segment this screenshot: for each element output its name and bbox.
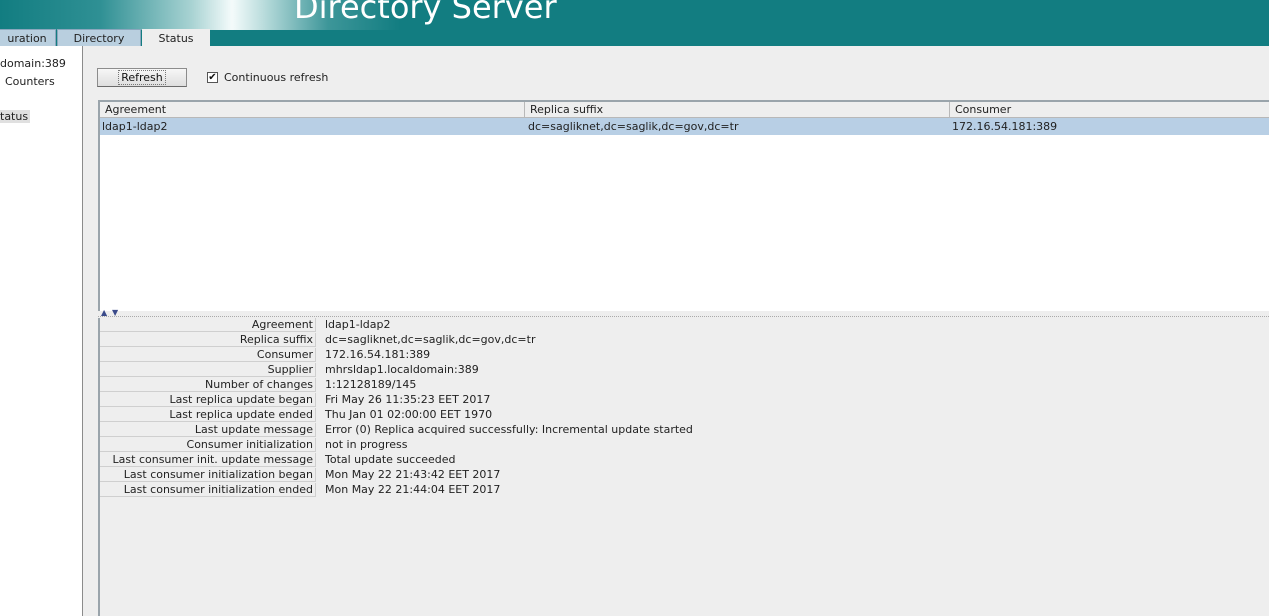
column-header-agreement[interactable]: Agreement xyxy=(100,102,525,118)
detail-row: Last update message Error (0) Replica ac… xyxy=(100,423,1269,438)
detail-label-agreement: Agreement xyxy=(100,318,316,332)
cell-agreement: ldap1-ldap2 xyxy=(102,120,168,133)
agreement-details: Agreement ldap1-ldap2 Replica suffix dc=… xyxy=(98,318,1269,616)
detail-value-agreement: ldap1-ldap2 xyxy=(325,318,391,331)
detail-value-supplier: mhrsldap1.localdomain:389 xyxy=(325,363,479,376)
continuous-refresh-label: Continuous refresh xyxy=(224,71,329,84)
detail-label-consumer-initialization: Consumer initialization xyxy=(100,438,316,452)
expand-up-arrow-icon[interactable]: ▲ xyxy=(101,308,107,317)
detail-value-last-update-ended: Thu Jan 01 02:00:00 EET 1970 xyxy=(325,408,493,421)
navigation-tree: domain:389 Counters tatus xyxy=(0,46,83,616)
detail-value-number-of-changes: 1:12128189/145 xyxy=(325,378,417,391)
detail-value-consumer-initialization: not in progress xyxy=(325,438,408,451)
split-pane-divider[interactable]: ▲ ▼ xyxy=(98,308,1269,317)
detail-row: Supplier mhrsldap1.localdomain:389 xyxy=(100,363,1269,378)
refresh-button[interactable]: Refresh xyxy=(97,68,187,87)
detail-value-last-update-began: Fri May 26 11:35:23 EET 2017 xyxy=(325,393,491,406)
detail-row: Last consumer init. update message Total… xyxy=(100,453,1269,468)
detail-row: Last replica update ended Thu Jan 01 02:… xyxy=(100,408,1269,423)
detail-row: Replica suffix dc=sagliknet,dc=saglik,dc… xyxy=(100,333,1269,348)
detail-value-replica-suffix: dc=sagliknet,dc=saglik,dc=gov,dc=tr xyxy=(325,333,536,346)
tab-configuration[interactable]: uration xyxy=(0,29,56,46)
detail-label-supplier: Supplier xyxy=(100,363,316,377)
continuous-refresh-checkbox[interactable]: ✔ xyxy=(207,72,218,83)
detail-label-last-init-began: Last consumer initialization began xyxy=(100,468,316,482)
cell-replica-suffix: dc=sagliknet,dc=saglik,dc=gov,dc=tr xyxy=(528,120,739,133)
refresh-button-label: Refresh xyxy=(118,70,166,85)
tab-directory[interactable]: Directory xyxy=(57,29,141,46)
detail-row: Last consumer initialization began Mon M… xyxy=(100,468,1269,483)
detail-label-last-init-message: Last consumer init. update message xyxy=(100,453,316,467)
detail-value-last-update-message: Error (0) Replica acquired successfully:… xyxy=(325,423,693,436)
detail-label-last-init-ended: Last consumer initialization ended xyxy=(100,483,316,497)
column-header-replica-suffix[interactable]: Replica suffix xyxy=(525,102,950,118)
detail-label-last-update-message: Last update message xyxy=(100,423,316,437)
agreements-table: Agreement Replica suffix Consumer ldap1-… xyxy=(98,100,1269,312)
tree-item-counters[interactable]: Counters xyxy=(5,75,55,88)
detail-row: Consumer initialization not in progress xyxy=(100,438,1269,453)
detail-value-last-init-ended: Mon May 22 21:44:04 EET 2017 xyxy=(325,483,501,496)
app-title: Directory Server xyxy=(294,0,557,26)
detail-label-number-of-changes: Number of changes xyxy=(100,378,316,392)
detail-row: Number of changes 1:12128189/145 xyxy=(100,378,1269,393)
detail-label-replica-suffix: Replica suffix xyxy=(100,333,316,347)
detail-label-last-update-began: Last replica update began xyxy=(100,393,316,407)
detail-row: Consumer 172.16.54.181:389 xyxy=(100,348,1269,363)
detail-row: Last replica update began Fri May 26 11:… xyxy=(100,393,1269,408)
expand-down-arrow-icon[interactable]: ▼ xyxy=(112,308,118,317)
detail-label-last-update-ended: Last replica update ended xyxy=(100,408,316,422)
detail-value-last-init-began: Mon May 22 21:43:42 EET 2017 xyxy=(325,468,501,481)
detail-label-consumer: Consumer xyxy=(100,348,316,362)
tab-status[interactable]: Status xyxy=(142,29,210,46)
column-header-consumer[interactable]: Consumer xyxy=(950,102,1269,118)
tree-item-server[interactable]: domain:389 xyxy=(0,57,66,70)
detail-row: Agreement ldap1-ldap2 xyxy=(100,318,1269,333)
detail-value-last-init-message: Total update succeeded xyxy=(325,453,456,466)
tree-item-status[interactable]: tatus xyxy=(0,110,31,123)
table-row[interactable]: ldap1-ldap2 dc=sagliknet,dc=saglik,dc=go… xyxy=(100,118,1269,135)
detail-row: Last consumer initialization ended Mon M… xyxy=(100,483,1269,498)
cell-consumer: 172.16.54.181:389 xyxy=(952,120,1058,133)
detail-value-consumer: 172.16.54.181:389 xyxy=(325,348,431,361)
